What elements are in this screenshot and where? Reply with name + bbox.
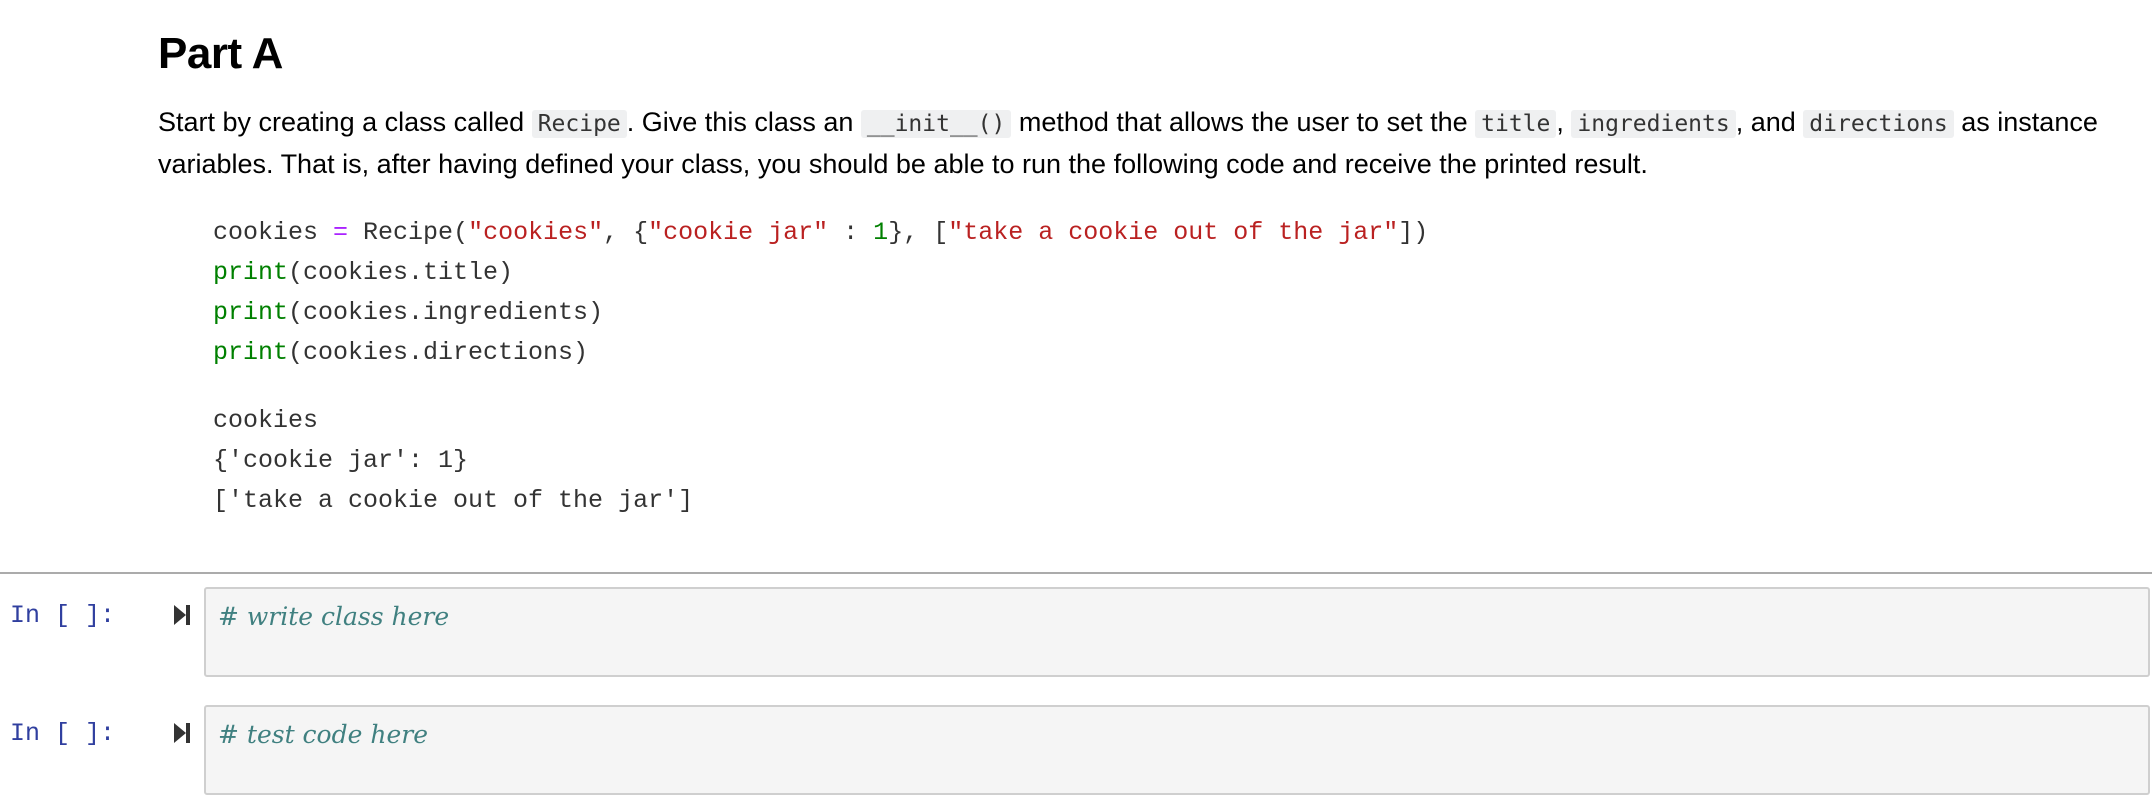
input-prompt: In [ ]: xyxy=(10,719,116,748)
section-heading: Part A xyxy=(158,29,283,78)
code-line: cookies = Recipe("cookies", {"cookie jar… xyxy=(213,218,1428,247)
inline-code-init: __init__() xyxy=(860,110,1012,138)
output-line: {'cookie jar': 1} xyxy=(213,446,469,475)
code-token: ]) xyxy=(1398,218,1429,247)
code-cell: In [ ]: # write class here xyxy=(0,587,2152,679)
code-token-string: "cookies" xyxy=(468,218,604,247)
code-token-string: "take a cookie out of the jar" xyxy=(948,218,1399,247)
code-line: print(cookies.title) xyxy=(213,258,513,287)
instructions-text: . Give this class an xyxy=(626,107,861,137)
code-token: }, [ xyxy=(888,218,949,247)
run-cell-icon[interactable] xyxy=(174,721,192,745)
code-token: : xyxy=(828,218,874,247)
code-line: print(cookies.directions) xyxy=(213,338,588,367)
code-token: Recipe( xyxy=(348,218,469,247)
code-token: , { xyxy=(603,218,649,247)
code-token-builtin: print xyxy=(213,258,289,287)
example-output-block: cookies {'cookie jar': 1} ['take a cooki… xyxy=(213,401,693,521)
cell-divider xyxy=(0,572,2152,574)
instructions-text: , and xyxy=(1735,107,1804,137)
code-token-number: 1 xyxy=(873,218,889,247)
code-token: (cookies.ingredients) xyxy=(288,298,604,327)
instructions-text: , xyxy=(1556,107,1572,137)
code-token: (cookies.title) xyxy=(288,258,514,287)
code-line: print(cookies.ingredients) xyxy=(213,298,603,327)
code-token-builtin: print xyxy=(213,338,289,367)
run-cell-icon[interactable] xyxy=(174,603,192,627)
instructions-text: Start by creating a class called xyxy=(158,107,532,137)
code-token-string: "cookie jar" xyxy=(648,218,829,247)
instructions-text: method that allows the user to set the xyxy=(1011,107,1476,137)
code-token: (cookies.directions) xyxy=(288,338,589,367)
inline-code-ingredients: ingredients xyxy=(1571,110,1736,138)
output-line: ['take a cookie out of the jar'] xyxy=(213,486,694,515)
input-prompt: In [ ]: xyxy=(10,601,116,630)
inline-code-directions: directions xyxy=(1803,110,1954,138)
code-token-operator: = xyxy=(333,218,349,247)
code-editor[interactable]: # write class here xyxy=(204,587,2150,677)
code-cell: In [ ]: # test code here xyxy=(0,705,2152,797)
example-code-block: cookies = Recipe("cookies", {"cookie jar… xyxy=(213,213,1428,373)
output-line: cookies xyxy=(213,406,319,435)
code-editor[interactable]: # test code here xyxy=(204,705,2150,795)
code-comment: # write class here xyxy=(218,602,450,631)
code-comment: # test code here xyxy=(218,720,428,749)
instructions-paragraph: Start by creating a class called Recipe.… xyxy=(158,102,2098,184)
code-token: cookies xyxy=(213,218,334,247)
inline-code-recipe: Recipe xyxy=(531,110,627,138)
inline-code-title: title xyxy=(1475,110,1557,138)
code-token-builtin: print xyxy=(213,298,289,327)
